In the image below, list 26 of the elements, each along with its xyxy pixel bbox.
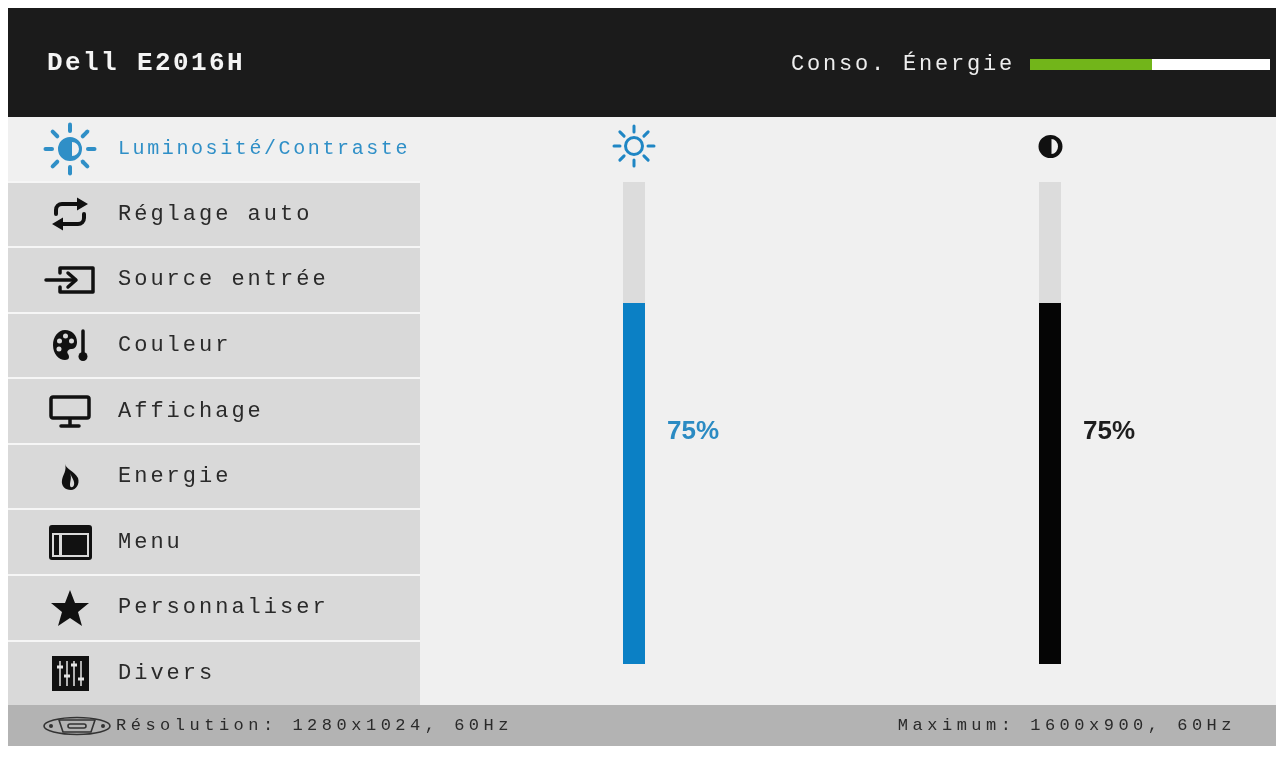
menu-item[interactable]: Personnaliser — [8, 575, 420, 640]
monitor-model-title: Dell E2016H — [47, 47, 246, 78]
menu-item[interactable]: Source entrée — [8, 248, 420, 312]
sliders-icon — [51, 655, 89, 691]
menu-item[interactable]: Couleur — [8, 313, 420, 378]
menu-item[interactable]: Affichage — [8, 379, 420, 443]
sun-icon — [612, 124, 656, 168]
connector-icon — [42, 715, 112, 736]
palette-thermometer-icon — [52, 328, 88, 363]
menu-item[interactable]: Divers — [8, 641, 420, 706]
maximum-resolution-text: Maximum: 1600x900, 60Hz — [897, 716, 1236, 735]
menu-item[interactable]: Réglage auto — [8, 182, 420, 247]
current-resolution-text: Résolution: 1280x1024, 60Hz — [116, 716, 513, 735]
flame-icon — [59, 462, 81, 491]
window-icon — [48, 524, 92, 560]
menu-item[interactable]: Menu — [8, 510, 420, 574]
slider-track[interactable] — [623, 182, 645, 664]
slider-track[interactable] — [1039, 182, 1061, 664]
star-icon — [50, 588, 90, 627]
monitor-icon — [49, 394, 91, 428]
slider-value: 75% — [1083, 414, 1136, 446]
repeat-arrows-icon — [50, 196, 90, 233]
slider-value: 75% — [667, 414, 720, 446]
menu-item[interactable]: Energie — [8, 444, 420, 509]
half-sun-icon — [42, 120, 98, 177]
power-usage-label: Conso. Énergie — [790, 52, 1015, 77]
